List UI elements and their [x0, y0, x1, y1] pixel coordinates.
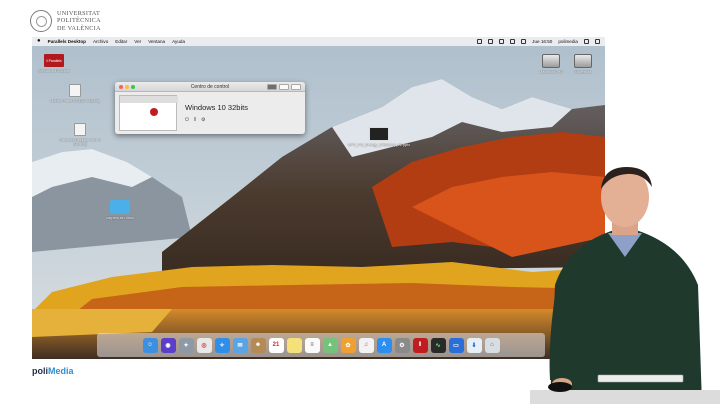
pause-icon[interactable]: ‖ — [194, 117, 196, 123]
settings-gear-icon[interactable]: ⚙ — [201, 117, 205, 123]
maps-icon[interactable]: ▲ — [322, 337, 338, 353]
notes-icon[interactable] — [286, 337, 302, 353]
parallels-vm-icon: ‖ Parallels — [44, 54, 64, 67]
notification-center-icon[interactable] — [595, 39, 600, 44]
photos-icon[interactable]: ✿ — [340, 337, 356, 353]
reminders-icon[interactable]: ≡ — [304, 337, 320, 353]
desktop-icon-dmg-2[interactable]: Parallels Desktop 13.1.0 (3).dmg — [55, 123, 105, 147]
university-name-line3: DE VALÈNCIA — [57, 24, 101, 32]
add-vm-button[interactable] — [291, 84, 301, 90]
itunes-icon[interactable]: ♫ — [358, 337, 374, 353]
desktop-icon-dmg-1[interactable]: Mobile Panel 8.0 (32-bit).dmg — [50, 84, 100, 103]
spotlight-icon[interactable] — [584, 39, 589, 44]
vm-name: Windows 10 32bits — [185, 103, 248, 112]
university-seal-icon — [30, 10, 52, 32]
lecture-frame: { "branding": { "university_line1": "UNI… — [0, 0, 720, 404]
apple-menu-icon[interactable]: ● — [37, 37, 41, 46]
menu-item-archivo[interactable]: Archivo — [93, 39, 108, 44]
mac-screen: ● Parallels Desktop Archivo Editar Ver V… — [32, 37, 605, 359]
vm-thumbnail[interactable] — [119, 95, 178, 131]
desktop-icon-pptx[interactable]: UPV_Pol_Energy_Efficiency_v2.pptx — [348, 127, 410, 147]
menu-item-ayuda[interactable]: Ayuda — [172, 39, 185, 44]
menu-item-ver[interactable]: Ver — [134, 39, 141, 44]
dmg-file-icon — [69, 84, 81, 97]
chrome-icon[interactable]: ◎ — [196, 337, 212, 353]
wifi-icon[interactable] — [499, 39, 505, 44]
dmg-file-icon — [74, 123, 86, 136]
menu-clock[interactable]: Jue 16:50 — [532, 39, 552, 44]
presentation-file-icon — [369, 127, 389, 141]
hard-drive-icon — [574, 54, 592, 68]
menu-item-editar[interactable]: Editar — [115, 39, 127, 44]
airplay-icon[interactable] — [488, 39, 494, 44]
power-icon[interactable]: ⏻ — [185, 117, 189, 123]
polimedia-media: Media — [48, 366, 74, 376]
desktop-icon-folder[interactable]: carpeta sin título — [95, 200, 145, 220]
menu-bar: ● Parallels Desktop Archivo Editar Ver V… — [32, 37, 605, 46]
control-center-window[interactable]: Centro de control Windows 10 32bits ⏻ ‖ … — [115, 82, 305, 134]
desktop-icon-windows-vm[interactable]: ‖ Parallels Windows 10 32bits — [32, 54, 79, 73]
polimedia-logo: poliMedia — [32, 366, 74, 376]
folder-icon — [110, 200, 130, 214]
window-titlebar[interactable]: Centro de control — [115, 82, 305, 92]
menu-app-name[interactable]: Parallels Desktop — [48, 39, 86, 44]
downloads-icon[interactable]: ⬇ — [466, 337, 482, 353]
activity-icon[interactable]: ∿ — [430, 337, 446, 353]
volume-icon[interactable] — [510, 39, 516, 44]
menu-user[interactable]: polimedia — [558, 39, 578, 44]
preferences-icon[interactable]: ⚙ — [394, 337, 410, 353]
mail-icon[interactable]: ✉ — [232, 337, 248, 353]
siri-icon[interactable]: ◉ — [160, 337, 176, 353]
finder-icon[interactable]: ☺ — [142, 337, 158, 353]
battery-icon[interactable] — [521, 39, 527, 44]
dock: ☺ ◉ ✦ ◎ ✧ ✉ ☻ 21 ≡ ▲ ✿ ♫ A ⚙ ‖ ∿ ▭ ⬇ ⌂ — [97, 333, 545, 357]
launchpad-icon[interactable]: ✦ — [178, 337, 194, 353]
university-name-line2: POLITÈCNICA — [57, 17, 101, 25]
list-view-button[interactable] — [267, 84, 277, 90]
safari-icon[interactable]: ✧ — [214, 337, 230, 353]
contacts-icon[interactable]: ☻ — [250, 337, 266, 353]
grid-view-button[interactable] — [279, 84, 289, 90]
parallels-status-icon[interactable] — [477, 39, 483, 44]
calendar-icon[interactable]: 21 — [268, 337, 284, 353]
polimedia-poli: poli — [32, 366, 48, 376]
trash-icon[interactable]: ⌂ — [484, 337, 500, 353]
appstore-icon[interactable]: A — [376, 337, 392, 353]
university-logo: UNIVERSITAT POLITÈCNICA DE VALÈNCIA — [30, 10, 101, 32]
presenter-person — [530, 167, 720, 404]
monitor-icon[interactable]: ▭ — [448, 337, 464, 353]
desktop-icon-mavericks[interactable]: Mavericks — [558, 54, 605, 74]
parallels-icon[interactable]: ‖ — [412, 337, 428, 353]
menu-item-ventana[interactable]: Ventana — [148, 39, 165, 44]
